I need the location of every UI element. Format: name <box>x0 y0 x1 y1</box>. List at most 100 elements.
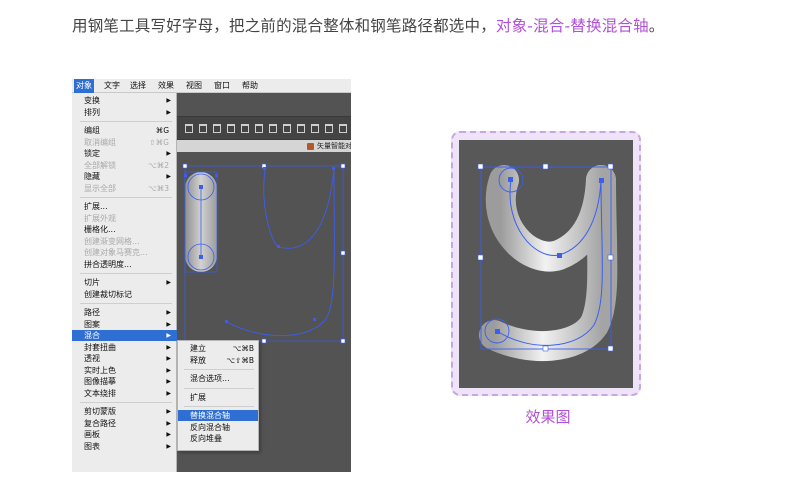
blend-submenu-item[interactable]: 扩展 <box>178 392 258 403</box>
submenu-arrow-icon: ▶ <box>166 408 171 415</box>
path-anchor[interactable] <box>277 245 280 248</box>
object-menu-item[interactable]: 栅格化... <box>72 224 177 235</box>
blend-anchor[interactable] <box>199 185 203 189</box>
path-anchor[interactable] <box>332 167 335 170</box>
result-anchor[interactable] <box>495 329 500 334</box>
object-menu-item[interactable]: 编组 ⌘G <box>72 125 177 136</box>
blend-submenu-item[interactable]: 混合选项... <box>178 373 258 384</box>
bbox-handle[interactable] <box>261 338 267 344</box>
submenu-item-label: 替换混合轴 <box>190 411 230 420</box>
object-menu-item[interactable]: 画板 ▶ <box>72 429 177 440</box>
result-handle[interactable] <box>542 345 549 352</box>
result-handle[interactable] <box>607 254 614 261</box>
object-menu-item[interactable]: 复合路径 ▶ <box>72 418 177 429</box>
object-menu-item[interactable]: 变换 ▶ <box>72 95 177 106</box>
path-anchor[interactable] <box>263 167 266 170</box>
result-anchor[interactable] <box>508 177 513 182</box>
object-menu-item[interactable]: 图像描摹 ▶ <box>72 376 177 387</box>
pen-path-upper[interactable] <box>263 168 335 249</box>
object-menu-item: 全部解锁 ⌥⌘2 <box>72 160 177 171</box>
result-anchor[interactable] <box>557 253 562 258</box>
object-menu-item[interactable]: 图表 ▶ <box>72 441 177 452</box>
submenu-item-label: 扩展 <box>190 392 206 402</box>
menubar-item[interactable]: 文字 <box>102 79 122 93</box>
result-handle[interactable] <box>477 254 484 261</box>
menu-shortcut: ⇧⌘G <box>149 137 169 147</box>
result-anchor[interactable] <box>599 178 604 183</box>
menu-item-label: 路径 <box>84 308 100 317</box>
object-menu-item[interactable]: 图案 ▶ <box>72 319 177 330</box>
object-menu-item[interactable]: 排列 ▶ <box>72 107 177 118</box>
result-handle[interactable] <box>542 163 549 170</box>
menu-item-label: 编组 <box>84 126 100 135</box>
menu-item-label: 全部解锁 <box>84 160 116 170</box>
object-menu-item[interactable]: 创建裁切标记 <box>72 289 177 300</box>
object-menu-item[interactable]: 封套扭曲 ▶ <box>72 342 177 353</box>
result-preview <box>459 140 633 388</box>
blend-submenu-item[interactable]: 反向混合轴 <box>178 422 258 433</box>
menubar-item[interactable]: 窗口 <box>212 79 232 93</box>
menubar-item[interactable]: 帮助 <box>240 79 260 93</box>
object-menu-item[interactable]: 锁定 ▶ <box>72 148 177 159</box>
submenu-arrow-icon: ▶ <box>166 343 171 351</box>
bbox-handle[interactable] <box>182 163 188 169</box>
instruction-suffix: 。 <box>648 17 665 35</box>
bbox-handle[interactable] <box>340 250 346 256</box>
blend-submenu-item[interactable]: 替换混合轴 <box>178 410 258 421</box>
blend-submenu-item[interactable]: 释放 ⌥⇧⌘B <box>178 355 258 366</box>
menu-item-label: 混合 <box>84 331 100 340</box>
object-menu-item[interactable]: 隐藏 ▶ <box>72 171 177 182</box>
object-menu-item[interactable]: 路径 ▶ <box>72 307 177 318</box>
submenu-shortcut: ⌥⇧⌘B <box>226 355 254 365</box>
object-menu-item[interactable]: 切片 ▶ <box>72 277 177 288</box>
bbox-handle[interactable] <box>340 338 346 344</box>
menu-item-label: 锁定 <box>84 149 100 158</box>
blend-handle[interactable] <box>215 174 218 177</box>
path-anchor[interactable] <box>225 320 228 323</box>
object-menu-item[interactable]: 透视 ▶ <box>72 353 177 364</box>
menu-item-label: 图像描摹 <box>84 377 116 386</box>
menu-item-label: 创建对象马赛克... <box>84 248 148 257</box>
path-anchor[interactable] <box>313 318 316 321</box>
blend-anchor[interactable] <box>199 255 203 259</box>
submenu-arrow-icon: ▶ <box>166 279 171 286</box>
menubar-item[interactable]: 对象 <box>74 79 94 93</box>
instruction-text: 用钢笔工具写好字母，把之前的混合整体和钢笔路径都选中，对象-混合-替换混合轴。 <box>72 14 665 36</box>
pen-path-lower[interactable] <box>226 168 335 337</box>
submenu-arrow-icon: ▶ <box>166 173 171 180</box>
menu-shortcut: ⌘G <box>155 126 169 135</box>
menu-item-label: 画板 <box>84 430 100 439</box>
object-menu-item[interactable]: 剪切蒙版 ▶ <box>72 406 177 417</box>
menu-item-label: 图案 <box>84 319 100 329</box>
menu-bar: 对象 文字 选择 效果 视图 窗口 帮助 <box>72 79 351 93</box>
instruction-prefix: 用钢笔工具写好字母，把之前的混合整体和钢笔路径都选中， <box>72 17 496 35</box>
object-menu-item[interactable]: 拼合透明度... <box>72 259 177 270</box>
menu-item-label: 拼合透明度... <box>84 259 132 269</box>
object-menu-item[interactable]: 文本绕排 ▶ <box>72 388 177 399</box>
blend-submenu-item[interactable]: 反向堆叠 <box>178 433 258 444</box>
menu-item-label: 扩展外观 <box>84 213 116 223</box>
submenu-item-label: 建立 <box>190 344 206 353</box>
menubar-item[interactable]: 选择 <box>128 79 148 93</box>
menubar-item[interactable]: 效果 <box>156 79 176 93</box>
menu-separator <box>80 197 172 198</box>
menu-item-label: 透视 <box>84 354 100 363</box>
result-handle[interactable] <box>607 345 614 352</box>
menu-item-label: 创建渐变网格... <box>84 236 140 246</box>
menu-item-label: 隐藏 <box>84 172 100 181</box>
menu-item-label: 栅格化... <box>84 225 116 234</box>
bbox-handle[interactable] <box>340 163 346 169</box>
object-menu-item[interactable]: 混合 ▶ <box>72 330 177 341</box>
object-menu-item[interactable]: 扩展... <box>72 201 177 212</box>
menubar-item[interactable]: 视图 <box>184 79 204 93</box>
object-menu-item: 创建对象马赛克... <box>72 247 177 258</box>
result-handle[interactable] <box>477 163 484 170</box>
blend-submenu-item[interactable]: 建立 ⌥⌘B <box>178 343 258 354</box>
result-handle[interactable] <box>607 163 614 170</box>
object-menu-item[interactable]: 实时上色 ▶ <box>72 365 177 376</box>
menu-shortcut: ⌥⌘3 <box>148 183 169 193</box>
blend-handle[interactable] <box>184 174 187 177</box>
submenu-item-label: 反向混合轴 <box>190 422 230 432</box>
blended-y-letter <box>477 163 618 362</box>
submenu-arrow-icon: ▶ <box>166 309 171 316</box>
